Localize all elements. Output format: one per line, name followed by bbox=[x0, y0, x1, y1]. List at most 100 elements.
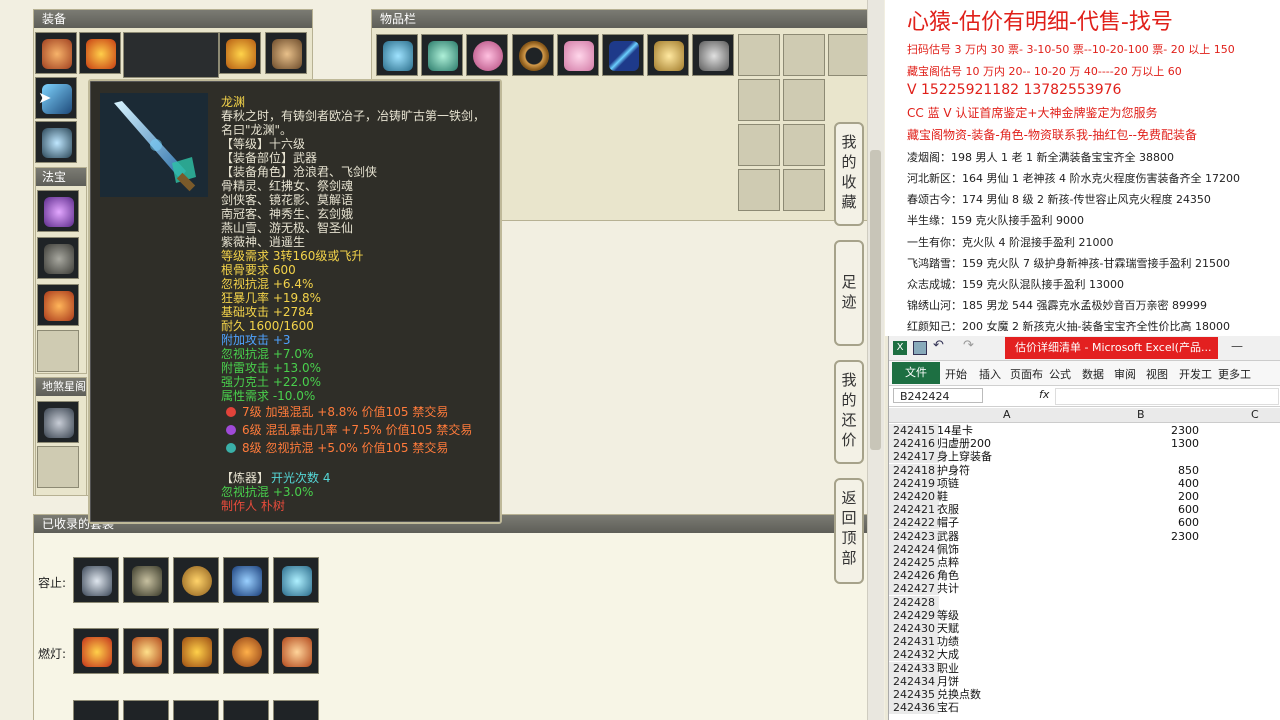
table-row[interactable]: 242432 大成 bbox=[889, 648, 1280, 662]
minimize-icon[interactable]: — bbox=[1231, 339, 1243, 353]
equip-slot-necklace[interactable] bbox=[219, 32, 261, 74]
set-item-2[interactable] bbox=[123, 557, 169, 603]
set-item-15[interactable] bbox=[273, 700, 319, 720]
undo-icon[interactable]: ↶ bbox=[933, 338, 944, 353]
inventory-slot-17[interactable] bbox=[783, 169, 825, 211]
inventory-slot-13[interactable] bbox=[783, 79, 825, 121]
dishaxing-slot-empty[interactable] bbox=[37, 446, 79, 488]
cell-a[interactable]: 角色 bbox=[937, 569, 959, 582]
page-scrollbar-thumb[interactable] bbox=[870, 150, 881, 450]
set-item-7[interactable] bbox=[123, 628, 169, 674]
cell-a[interactable]: 衣服 bbox=[937, 503, 959, 516]
table-row[interactable]: 242429 等级 bbox=[889, 608, 1280, 622]
table-row[interactable]: 242431 功绩 bbox=[889, 635, 1280, 649]
cell-a[interactable]: 归虚册200 bbox=[937, 437, 991, 450]
equip-slot-helmet[interactable] bbox=[35, 32, 77, 74]
cell-b[interactable]: 600 bbox=[1082, 503, 1199, 516]
tab-review[interactable]: 审阅 bbox=[1114, 366, 1136, 382]
table-row[interactable]: 242428 bbox=[889, 595, 1280, 609]
inventory-slot-7[interactable] bbox=[647, 34, 689, 76]
sheet-grid[interactable]: 242415 14星卡 2300 242416 归虚册200 1300 242417 身上穿装… bbox=[889, 424, 1280, 720]
table-row[interactable]: 242421 衣服 600 bbox=[889, 503, 1280, 517]
dishaxing-slot[interactable] bbox=[37, 401, 79, 443]
table-row[interactable]: 242433 职业 bbox=[889, 661, 1280, 675]
my-favorites-button[interactable]: 我的收藏 bbox=[834, 122, 864, 226]
inventory-slot-9[interactable] bbox=[738, 34, 780, 76]
cell-a[interactable]: 武器 bbox=[937, 530, 959, 543]
table-row[interactable]: 242422 帽子 600 bbox=[889, 516, 1280, 530]
inventory-slot-11[interactable] bbox=[828, 34, 870, 76]
cell-a[interactable]: 天赋 bbox=[937, 622, 959, 635]
col-c-header[interactable]: C bbox=[1251, 408, 1259, 422]
fabao-slot-1[interactable] bbox=[37, 190, 79, 232]
inventory-slot-6[interactable] bbox=[602, 34, 644, 76]
inventory-slot-15[interactable] bbox=[783, 124, 825, 166]
cell-b[interactable]: 2300 bbox=[1082, 424, 1199, 437]
set-item-14[interactable] bbox=[223, 700, 269, 720]
table-row[interactable]: 242415 14星卡 2300 bbox=[889, 424, 1280, 437]
table-row[interactable]: 242430 天赋 bbox=[889, 622, 1280, 635]
cell-a[interactable]: 职业 bbox=[937, 662, 959, 675]
table-row[interactable]: 242424 佩饰 bbox=[889, 542, 1280, 556]
table-row[interactable]: 242425 点粹 bbox=[889, 556, 1280, 569]
cell-a[interactable]: 兑换点数 bbox=[937, 688, 981, 701]
set-item-10[interactable] bbox=[273, 628, 319, 674]
cell-a[interactable]: 帽子 bbox=[937, 516, 959, 529]
table-row[interactable]: 242417 身上穿装备 bbox=[889, 450, 1280, 464]
table-row[interactable]: 242418 护身符 850 bbox=[889, 463, 1280, 477]
fabao-slot-2[interactable] bbox=[37, 237, 79, 279]
equip-slot-shoes[interactable] bbox=[35, 121, 77, 163]
cell-a[interactable]: 点粹 bbox=[937, 556, 959, 569]
inventory-slot-8[interactable] bbox=[692, 34, 734, 76]
back-to-top-button[interactable]: 返回顶部 bbox=[834, 478, 864, 584]
tab-home[interactable]: 开始 bbox=[945, 366, 967, 382]
inventory-slot-16[interactable] bbox=[738, 169, 780, 211]
equip-slot-charm[interactable] bbox=[265, 32, 307, 74]
set-item-6[interactable] bbox=[73, 628, 119, 674]
set-item-12[interactable] bbox=[123, 700, 169, 720]
table-row[interactable]: 242436 宝石 bbox=[889, 701, 1280, 715]
save-icon[interactable] bbox=[913, 341, 927, 355]
table-row[interactable]: 242427 共计 bbox=[889, 582, 1280, 596]
set-item-8[interactable] bbox=[173, 628, 219, 674]
inventory-slot-3[interactable] bbox=[466, 34, 508, 76]
table-row[interactable]: 242435 兑换点数 bbox=[889, 688, 1280, 701]
set-item-5[interactable] bbox=[273, 557, 319, 603]
cell-a[interactable]: 佩饰 bbox=[937, 543, 959, 556]
tab-insert[interactable]: 插入 bbox=[979, 366, 1001, 382]
fx-icon[interactable]: fx bbox=[1039, 388, 1049, 401]
inventory-slot-1[interactable] bbox=[376, 34, 418, 76]
page-scrollbar[interactable] bbox=[867, 0, 884, 720]
tab-view[interactable]: 视图 bbox=[1146, 366, 1168, 382]
set-item-4[interactable] bbox=[223, 557, 269, 603]
table-row[interactable]: 242420 鞋 200 bbox=[889, 490, 1280, 503]
cell-a[interactable]: 共计 bbox=[937, 582, 959, 595]
set-item-3[interactable] bbox=[173, 557, 219, 603]
col-a-header[interactable]: A bbox=[1003, 408, 1011, 422]
set-item-9[interactable] bbox=[223, 628, 269, 674]
footprint-button[interactable]: 足迹 bbox=[834, 240, 864, 346]
cell-a[interactable]: 鞋 bbox=[937, 490, 948, 503]
tab-page-layout[interactable]: 页面布 bbox=[1010, 366, 1043, 382]
set-item-1[interactable] bbox=[73, 557, 119, 603]
cell-a[interactable]: 宝石 bbox=[937, 701, 959, 714]
cell-b[interactable]: 850 bbox=[1082, 464, 1199, 477]
fabao-slot-3[interactable] bbox=[37, 284, 79, 326]
tab-more-tools[interactable]: 更多工 bbox=[1218, 366, 1251, 382]
inventory-slot-2[interactable] bbox=[421, 34, 463, 76]
inventory-slot-5[interactable] bbox=[557, 34, 599, 76]
tab-formulas[interactable]: 公式 bbox=[1049, 366, 1071, 382]
cell-b[interactable]: 1300 bbox=[1082, 437, 1199, 450]
tab-file[interactable]: 文件 bbox=[892, 362, 940, 384]
cell-a[interactable]: 14星卡 bbox=[937, 424, 973, 437]
cell-a[interactable]: 身上穿装备 bbox=[937, 450, 992, 463]
set-item-11[interactable] bbox=[73, 700, 119, 720]
cell-a[interactable]: 护身符 bbox=[937, 464, 970, 477]
cell-a[interactable]: 大成 bbox=[937, 648, 959, 661]
inventory-slot-14[interactable] bbox=[738, 124, 780, 166]
my-counteroffer-button[interactable]: 我的还价 bbox=[834, 360, 864, 464]
table-row[interactable]: 242416 归虚册200 1300 bbox=[889, 437, 1280, 451]
inventory-slot-12[interactable] bbox=[738, 79, 780, 121]
cell-b[interactable]: 2300 bbox=[1082, 530, 1199, 543]
cell-a[interactable]: 月饼 bbox=[937, 675, 959, 688]
